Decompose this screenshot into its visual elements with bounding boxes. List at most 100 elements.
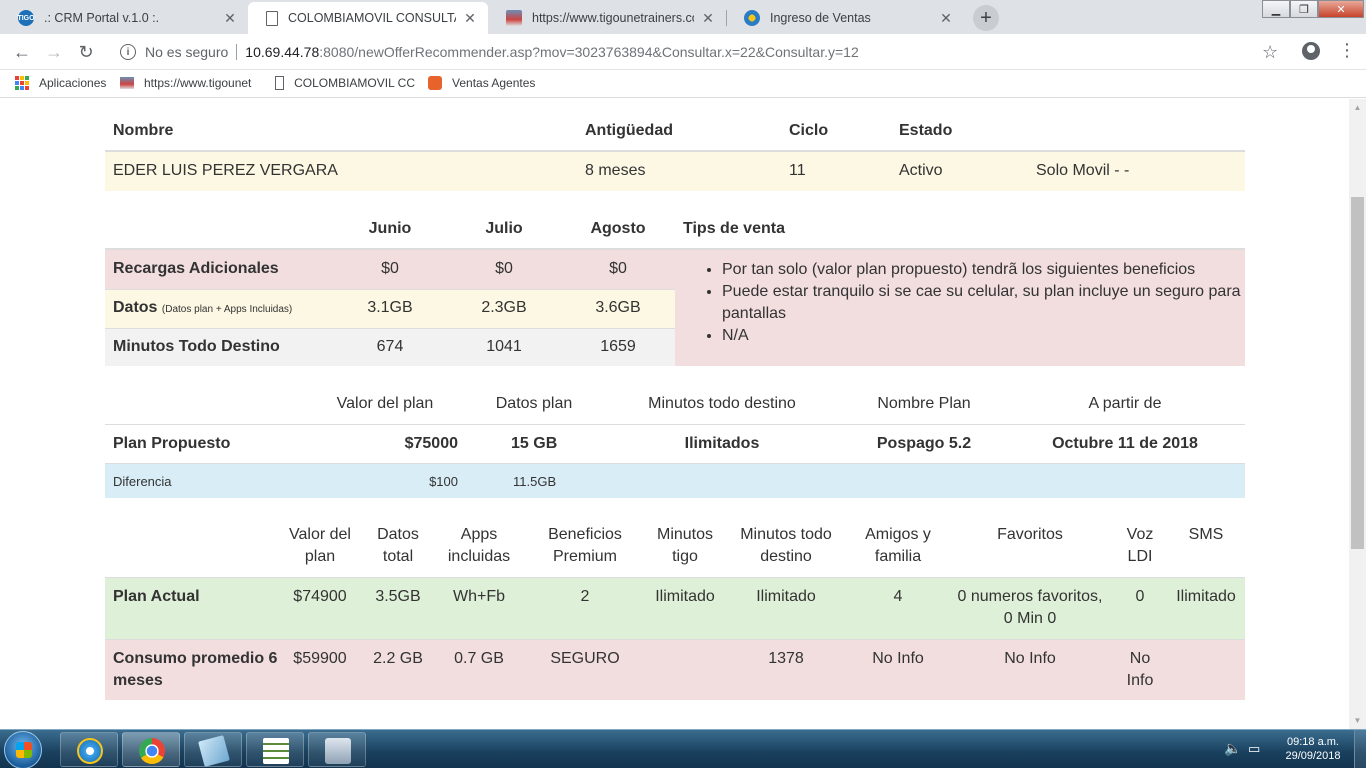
show-desktop-button[interactable] <box>1354 730 1366 768</box>
month-header: Junio <box>368 220 412 237</box>
close-tab-icon[interactable]: ✕ <box>700 10 716 27</box>
tigo-favicon-icon: TIGO <box>17 10 35 26</box>
col-header: SMS <box>1188 526 1224 543</box>
calculator-icon[interactable] <box>308 732 366 767</box>
forward-arrow-icon[interactable]: → <box>42 40 66 64</box>
bookmark-star-icon[interactable]: ☆ <box>1262 42 1278 63</box>
scroll-down-icon[interactable]: ▼ <box>1349 712 1366 729</box>
cell-value: 0.7 GB <box>454 650 504 667</box>
bookmark-colombiamovil[interactable]: COLOMBIAMOVIL CC <box>275 76 415 90</box>
bookmark-label: https://www.tigounet <box>144 76 252 90</box>
col-header: Datos plan <box>495 395 573 412</box>
url-path: :8080/newOfferRecommender.asp?mov=302376… <box>319 44 859 60</box>
internet-explorer-icon[interactable] <box>60 732 118 767</box>
proposed-plan-row: Plan Propuesto $75000 15 GB Ilimitados P… <box>105 425 1245 463</box>
document-icon <box>275 76 285 90</box>
document-icon <box>266 10 278 26</box>
close-tab-icon[interactable]: ✕ <box>462 10 478 27</box>
cell-value: 2.3GB <box>481 299 527 316</box>
cell-value: Ilimitado <box>1176 588 1236 605</box>
customer-header-row: Nombre Antigüedad Ciclo Estado <box>105 109 1245 152</box>
address-bar[interactable]: i No es seguro 10.69.44.78:8080/newOffer… <box>106 38 1292 66</box>
tab-ingreso-ventas[interactable]: Ingreso de Ventas ✕ <box>726 2 964 34</box>
proposed-nombre-plan: Pospago 5.2 <box>876 435 972 452</box>
header-ciclo: Ciclo <box>789 122 829 139</box>
month-header: Agosto <box>590 220 646 237</box>
cell-value: Ilimitado <box>655 588 715 605</box>
scroll-thumb[interactable] <box>1351 197 1364 549</box>
new-tab-button[interactable]: + <box>973 5 999 31</box>
tab-tigounetrainers[interactable]: https://www.tigounetrainers.com ✕ <box>488 2 726 34</box>
tip-item: Puede estar tranquilo si se cae su celul… <box>722 281 1245 325</box>
cell-value: 1041 <box>486 338 522 355</box>
header-antiguedad: Antigüedad <box>585 122 673 139</box>
row-label: Consumo promedio 6 meses <box>113 650 278 689</box>
volume-icon[interactable]: 🔈 <box>1224 740 1241 757</box>
proposed-plan-table: Valor del plan Datos plan Minutos todo d… <box>105 384 1245 498</box>
current-header-row: Valor del plan Datos total Apps incluida… <box>105 517 1245 578</box>
apps-icon <box>15 76 29 90</box>
customer-tipo: Solo Movil - - <box>1036 162 1130 179</box>
customer-estado: Activo <box>899 162 943 179</box>
reload-icon[interactable]: ↻ <box>74 40 98 64</box>
back-arrow-icon[interactable]: ← <box>10 40 34 64</box>
cell-value: Wh+Fb <box>452 588 505 605</box>
scroll-up-icon[interactable]: ▲ <box>1349 99 1366 116</box>
bookmark-label: COLOMBIAMOVIL CC <box>294 76 415 90</box>
clock-date: 29/09/2018 <box>1285 750 1341 762</box>
window-close-icon[interactable]: ✕ <box>1318 0 1364 18</box>
info-icon[interactable]: i <box>120 44 136 60</box>
close-tab-icon[interactable]: ✕ <box>938 10 954 27</box>
cell-value: 2 <box>580 588 590 605</box>
calculator-grid-icon[interactable] <box>246 732 304 767</box>
col-header: Minutos tigo <box>656 526 714 565</box>
clock-time: 09:18 a.m. <box>1287 736 1339 748</box>
minimize-icon[interactable]: ▁ <box>1262 0 1290 18</box>
tab-colombiamovil[interactable]: COLOMBIAMOVIL CONSULTA IN ✕ <box>248 2 488 34</box>
cell-value: $74900 <box>293 588 347 605</box>
cell-value: 2.2 GB <box>373 650 423 667</box>
row-label: Minutos Todo Destino <box>113 338 280 355</box>
notepad-icon[interactable] <box>184 732 242 767</box>
tab-crm-portal[interactable]: TIGO .: CRM Portal v.1.0 :. ✕ <box>0 2 248 34</box>
current-plan-table: Valor del plan Datos total Apps incluida… <box>105 517 1245 700</box>
bookmark-apps[interactable]: Aplicaciones <box>15 76 106 90</box>
proposed-a-partir: Octubre 11 de 2018 <box>1052 435 1198 452</box>
diff-datos: 11.5GB <box>513 474 557 489</box>
row-note: (Datos plan + Apps Incluidas) <box>161 304 293 315</box>
customer-table: Nombre Antigüedad Ciclo Estado EDER LUIS… <box>105 109 1245 191</box>
consumption-row-minutos: Minutos Todo Destino 674 1041 1659 <box>105 328 675 366</box>
row-label: Datos (Datos plan + Apps Incluidas) <box>113 299 293 316</box>
system-clock[interactable]: 09:18 a.m. 29/09/2018 <box>1278 735 1348 763</box>
maximize-icon[interactable]: ❐ <box>1290 0 1318 18</box>
proposed-datos: 15 GB <box>511 435 558 452</box>
col-header: Valor del plan <box>336 395 434 412</box>
customer-antiguedad: 8 meses <box>585 162 646 179</box>
header-estado: Estado <box>899 122 953 139</box>
cell-value: No Info <box>872 650 924 667</box>
bookmark-tigounet[interactable]: https://www.tigounet <box>120 76 260 90</box>
chrome-icon[interactable] <box>122 732 180 767</box>
col-header: Favoritos <box>997 526 1063 543</box>
profile-icon[interactable] <box>1302 42 1320 60</box>
close-tab-icon[interactable]: ✕ <box>222 10 238 27</box>
menu-dots-icon[interactable]: ⋮ <box>1338 40 1356 61</box>
col-header: Amigos y familia <box>865 526 931 565</box>
tigoune-favicon-icon <box>120 77 134 89</box>
proposed-header-row: Valor del plan Datos plan Minutos todo d… <box>105 384 1245 425</box>
customer-data-row: EDER LUIS PEREZ VERGARA 8 meses 11 Activ… <box>105 152 1245 191</box>
consumo-promedio-row: Consumo promedio 6 meses $59900 2.2 GB 0… <box>105 639 1245 700</box>
bookmark-ventas-agentes[interactable]: Ventas Agentes <box>428 76 535 90</box>
cell-value: 1378 <box>768 650 804 667</box>
start-button-icon[interactable] <box>4 731 42 768</box>
cell-value: No Info <box>1004 650 1056 667</box>
cell-value: 3.5GB <box>375 588 421 605</box>
cell-value: $0 <box>495 260 513 277</box>
month-header: Julio <box>485 220 523 237</box>
consumption-row-datos: Datos (Datos plan + Apps Incluidas) 3.1G… <box>105 289 675 328</box>
network-icon[interactable]: ▭ <box>1248 741 1260 757</box>
col-header: Datos total <box>377 526 419 565</box>
bookmarks-bar: Aplicaciones https://www.tigounet COLOMB… <box>0 70 1366 98</box>
tab-title: .: CRM Portal v.1.0 :. <box>44 11 160 25</box>
vertical-scrollbar[interactable]: ▲ ▼ <box>1349 99 1366 729</box>
